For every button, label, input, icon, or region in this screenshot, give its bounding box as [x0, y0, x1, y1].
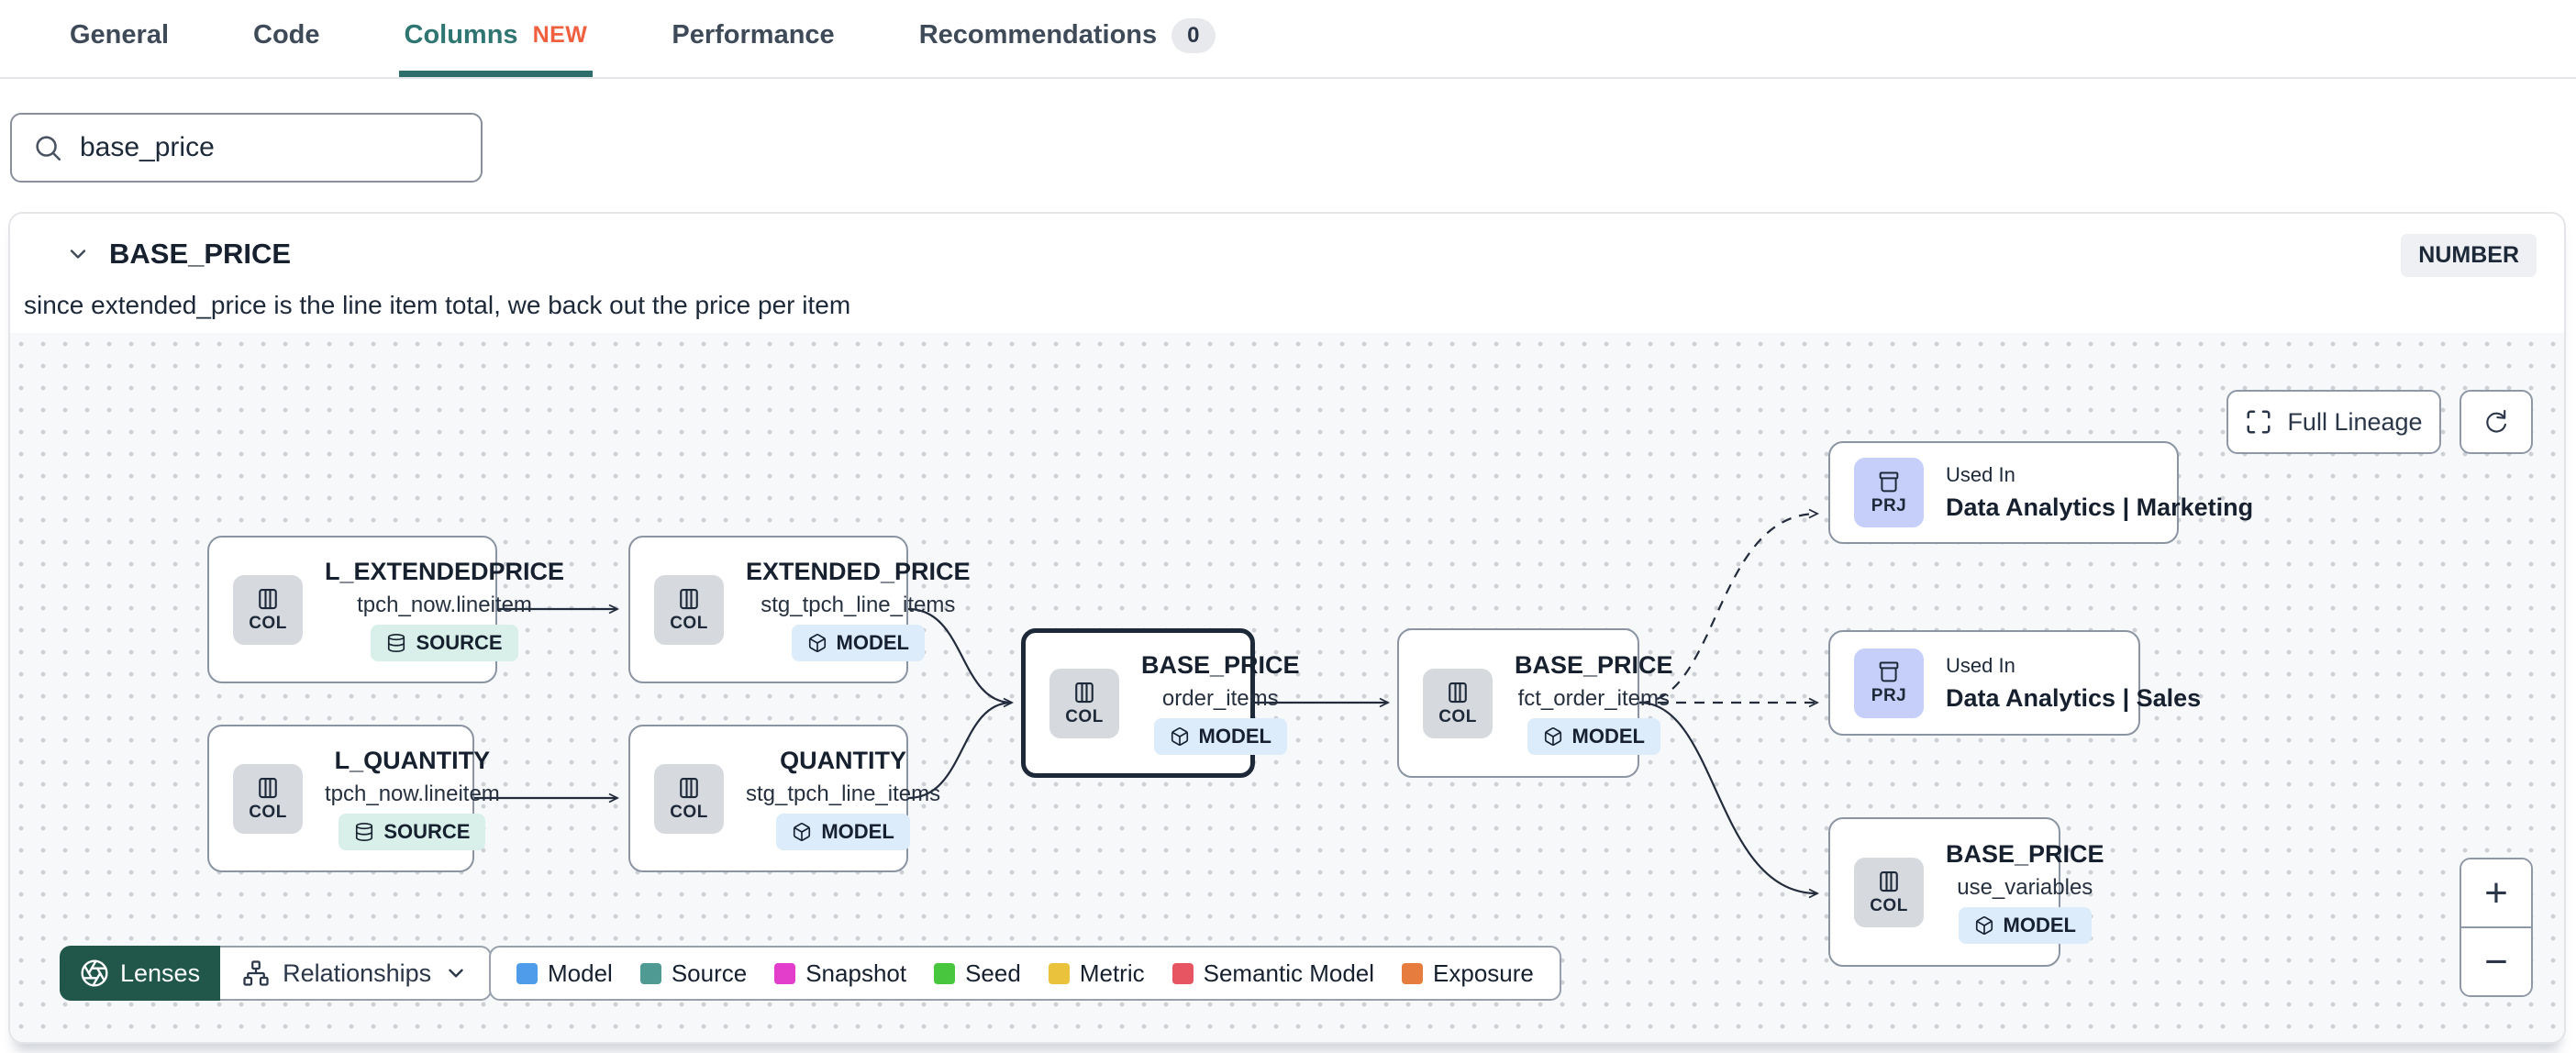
columns-icon — [680, 588, 698, 610]
semantic-model-swatch — [1171, 962, 1194, 984]
column-description: since extended_price is the line item to… — [24, 291, 851, 319]
archive-icon — [1879, 661, 1899, 682]
legend-item-exposure: Exposure — [1402, 959, 1534, 988]
refresh-button[interactable] — [2459, 390, 2533, 454]
node-used-in-marketing[interactable]: PRJ Used In Data Analytics | Marketing — [1828, 441, 2253, 544]
aperture-icon — [81, 959, 108, 987]
node-base-price-use-variables[interactable]: COL BASE_PRICE use_variables MODEL — [1828, 817, 2104, 967]
node-l-extendedprice[interactable]: COL L_EXTENDEDPRICE tpch_now.lineitem SO… — [207, 536, 564, 683]
metric-swatch — [1048, 962, 1070, 984]
new-badge: NEW — [532, 22, 588, 48]
node-base-price-fct-order-items[interactable]: COL BASE_PRICE fct_order_items MODEL — [1397, 628, 1673, 778]
model-badge: MODEL — [791, 625, 925, 661]
recommendations-count-badge: 0 — [1171, 17, 1216, 53]
legend-item-seed: Seed — [934, 959, 1021, 988]
column-panel-header: BASE_PRICE NUMBER since extended_price i… — [10, 214, 2564, 333]
source-swatch — [639, 962, 661, 984]
column-panel: BASE_PRICE NUMBER since extended_price i… — [8, 212, 2566, 1044]
model-badge: MODEL — [776, 814, 910, 850]
model-badge: MODEL — [1958, 907, 2092, 944]
exposure-swatch — [1402, 962, 1424, 984]
cube-icon — [808, 634, 826, 652]
zoom-controls: + − — [2459, 858, 2533, 997]
refresh-icon — [2486, 409, 2506, 433]
tab-performance[interactable]: Performance — [666, 0, 839, 77]
columns-icon — [1880, 870, 1898, 892]
zoom-in-button[interactable]: + — [2461, 859, 2531, 928]
tab-recommendations[interactable]: Recommendations 0 — [914, 0, 1221, 77]
source-badge: SOURCE — [371, 625, 518, 661]
legend-item-model: Model — [516, 959, 613, 988]
cube-icon — [1171, 727, 1188, 746]
search-input[interactable] — [80, 132, 461, 163]
tab-general[interactable]: General — [64, 0, 174, 77]
lineage-canvas[interactable]: COL L_EXTENDEDPRICE tpch_now.lineitem SO… — [10, 333, 2564, 1042]
snapshot-swatch — [774, 962, 796, 984]
column-chip: COL — [233, 763, 303, 834]
search-icon — [36, 136, 61, 161]
relationships-dropdown[interactable]: Relationships — [220, 946, 493, 1001]
cube-icon — [1544, 727, 1561, 746]
tab-code[interactable]: Code — [248, 0, 326, 77]
column-chip: COL — [1049, 668, 1119, 738]
zoom-out-button[interactable]: − — [2461, 928, 2531, 995]
source-badge: SOURCE — [339, 814, 486, 850]
columns-icon — [259, 588, 277, 610]
column-chip: COL — [1854, 857, 1924, 927]
database-icon — [388, 634, 405, 652]
columns-icon — [259, 777, 277, 799]
network-icon — [243, 960, 269, 986]
tab-bar: General Code Columns NEW Performance Rec… — [0, 0, 2576, 79]
tab-columns[interactable]: Columns NEW — [398, 0, 594, 77]
column-name: BASE_PRICE — [109, 238, 292, 270]
column-search — [10, 113, 483, 183]
full-lineage-button[interactable]: Full Lineage — [2226, 390, 2441, 454]
legend-item-metric: Metric — [1048, 959, 1145, 988]
columns-icon — [680, 777, 698, 799]
model-badge: MODEL — [1153, 718, 1287, 755]
archive-icon — [1879, 471, 1899, 492]
column-chip: COL — [654, 574, 724, 645]
node-used-in-sales[interactable]: PRJ Used In Data Analytics | Sales — [1828, 630, 2201, 736]
model-badge: MODEL — [1527, 718, 1660, 755]
legend-item-snapshot: Snapshot — [774, 959, 906, 988]
database-icon — [356, 823, 373, 841]
columns-icon — [1075, 682, 1094, 704]
seed-swatch — [934, 962, 956, 984]
node-quantity[interactable]: COL QUANTITY stg_tpch_line_items MODEL — [628, 725, 940, 872]
collapse-chevron-icon[interactable] — [58, 234, 98, 274]
column-chip: COL — [654, 763, 724, 834]
columns-icon — [1449, 682, 1467, 704]
node-type-legend: Model Source Snapshot Seed Metric Semant… — [489, 946, 1561, 1001]
node-subtitle: tpch_now.lineitem — [357, 593, 532, 617]
project-chip: PRJ — [1854, 648, 1924, 718]
column-type-badge: NUMBER — [2401, 234, 2537, 277]
column-chip: COL — [233, 574, 303, 645]
project-chip: PRJ — [1854, 458, 1924, 527]
lenses-button[interactable]: Lenses — [60, 946, 221, 1001]
chevron-down-icon — [449, 969, 463, 978]
cube-icon — [794, 823, 811, 841]
legend-item-source: Source — [639, 959, 747, 988]
node-base-price-order-items[interactable]: COL BASE_PRICE order_items MODEL — [1021, 628, 1300, 778]
legend-item-semantic-model: Semantic Model — [1171, 959, 1374, 988]
model-swatch — [516, 962, 538, 984]
used-in-label: Used In — [1946, 463, 2015, 486]
node-l-quantity[interactable]: COL L_QUANTITY tpch_now.lineitem SOURCE — [207, 725, 500, 872]
node-title: L_EXTENDEDPRICE — [325, 558, 565, 585]
fullscreen-icon — [2247, 410, 2271, 434]
column-chip: COL — [1423, 668, 1493, 738]
lens-controls: Lenses Relationships — [60, 946, 493, 1001]
node-extended-price[interactable]: COL EXTENDED_PRICE stg_tpch_line_items M… — [628, 536, 971, 683]
used-in-label: Used In — [1946, 653, 2015, 677]
column-lineage-page: General Code Columns NEW Performance Rec… — [0, 0, 2576, 1053]
cube-icon — [1975, 916, 1993, 935]
